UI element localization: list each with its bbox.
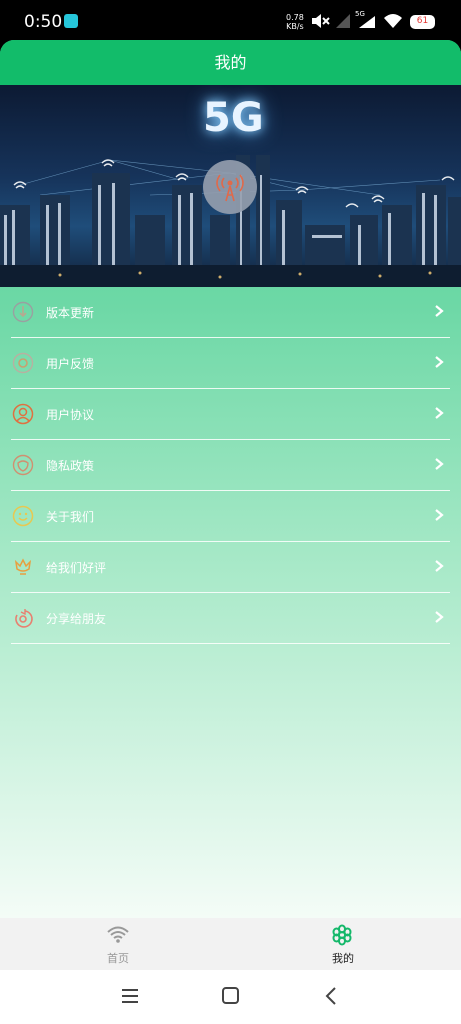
tab-mine[interactable]: 我的 xyxy=(228,918,458,970)
update-icon xyxy=(12,301,34,323)
chevron-right-icon xyxy=(435,407,444,419)
status-time: 0:50 xyxy=(24,12,63,32)
home-icon[interactable] xyxy=(221,986,241,1006)
chevron-right-icon xyxy=(435,356,444,368)
share-icon xyxy=(12,607,34,629)
menu-item-about-us[interactable]: 关于我们 xyxy=(11,491,450,542)
privacy-icon xyxy=(12,454,34,476)
menu-item-label: 隐私政策 xyxy=(46,458,95,473)
menu-item-feedback[interactable]: 用户反馈 xyxy=(11,338,450,389)
bottom-tab-bar: 首页 我的 xyxy=(0,918,461,970)
menu-item-privacy-policy[interactable]: 隐私政策 xyxy=(11,440,450,491)
menu-icon[interactable] xyxy=(120,986,140,1006)
menu-item-rate-us[interactable]: 给我们好评 xyxy=(11,542,450,593)
chevron-right-icon xyxy=(435,560,444,572)
menu-item-version-update[interactable]: 版本更新 xyxy=(11,287,450,338)
banner-image: 5G xyxy=(0,85,461,287)
menu-item-label: 关于我们 xyxy=(46,509,95,524)
flower-icon xyxy=(332,924,352,946)
menu-item-label: 分享给朋友 xyxy=(46,611,107,626)
chevron-right-icon xyxy=(435,458,444,470)
wifi-icon xyxy=(107,926,129,943)
settings-menu: 版本更新 用户反馈 用户协议 隐私政策 关于我们 给我们好评 分享给朋友 xyxy=(0,287,461,644)
menu-item-label: 给我们好评 xyxy=(46,560,107,575)
chevron-right-icon xyxy=(435,611,444,623)
signal-icon xyxy=(336,14,350,28)
status-bar: 0:50 0.78 KB/s 5G 61 xyxy=(0,0,461,42)
menu-item-label: 用户协议 xyxy=(46,407,95,422)
radio-tower-icon xyxy=(203,160,257,214)
menu-item-share[interactable]: 分享给朋友 xyxy=(11,593,450,644)
app-screen: 我的 5G 版本更新 用户反馈 用户协议 隐私政策 关于我们 给我们好评 分享给… xyxy=(0,40,461,918)
wifi-icon xyxy=(384,14,402,28)
mute-icon xyxy=(312,14,330,28)
net-speed: 0.78 KB/s xyxy=(286,13,304,31)
chevron-right-icon xyxy=(435,305,444,317)
menu-item-label: 版本更新 xyxy=(46,305,95,320)
app-notification-icon xyxy=(64,14,78,28)
feedback-icon xyxy=(12,352,34,374)
rate-icon xyxy=(12,556,34,578)
tab-home[interactable]: 首页 xyxy=(3,918,233,970)
menu-item-label: 用户反馈 xyxy=(46,356,95,371)
page-title: 我的 xyxy=(0,40,461,85)
tab-home-label: 首页 xyxy=(107,952,129,965)
battery-icon: 61 xyxy=(410,15,435,29)
signal-5g-icon xyxy=(359,16,375,28)
about-icon xyxy=(12,505,34,527)
user-agreement-icon xyxy=(12,403,34,425)
back-icon[interactable] xyxy=(323,986,339,1006)
menu-item-user-agreement[interactable]: 用户协议 xyxy=(11,389,450,440)
system-navigation-bar xyxy=(0,970,461,1024)
tab-mine-label: 我的 xyxy=(332,952,354,965)
banner-5g-text: 5G xyxy=(203,95,264,141)
chevron-right-icon xyxy=(435,509,444,521)
